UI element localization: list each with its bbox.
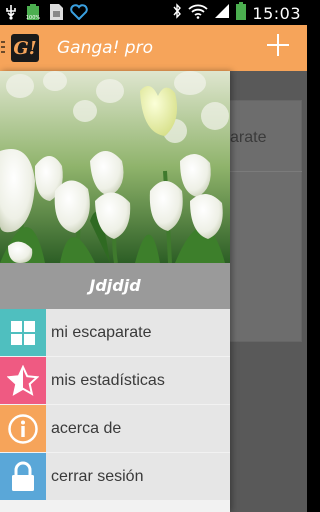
- menu-item-mis-estadisticas[interactable]: mis estadísticas: [0, 357, 230, 404]
- info-icon: [0, 405, 46, 452]
- status-left-icons: 100%: [4, 3, 88, 26]
- signal-icon: [214, 3, 230, 24]
- status-bar: 100% 15:03: [0, 0, 307, 25]
- app-logo[interactable]: G!: [11, 34, 39, 62]
- app-bar: G! Ganga! pro: [0, 25, 307, 71]
- wifi-icon: [188, 3, 209, 24]
- drawer-toggle-icon[interactable]: [1, 41, 5, 55]
- heart-icon: [70, 4, 88, 25]
- clock: 15:03: [252, 4, 301, 23]
- battery-icon: [236, 2, 247, 25]
- battery-percent-icon: 100%: [24, 3, 42, 26]
- username-label: Jdjdjd: [0, 263, 230, 309]
- menu-item-label: acerca de: [51, 419, 122, 437]
- menu-item-label: mis estadísticas: [51, 371, 165, 389]
- plus-icon[interactable]: [267, 34, 289, 56]
- star-half-icon: [0, 357, 46, 404]
- lock-icon: [0, 453, 46, 500]
- menu-item-label: cerrar sesión: [51, 467, 144, 485]
- usb-icon: [4, 4, 18, 25]
- navigation-drawer: Jdjdjd mi escaparate mis estadísticas ac…: [0, 71, 230, 512]
- background-divider: [218, 171, 302, 172]
- app-title: Ganga! pro: [57, 38, 153, 58]
- sim-icon: [48, 3, 64, 26]
- menu-item-label: mi escaparate: [51, 323, 152, 341]
- grid-icon: [0, 309, 46, 356]
- menu-item-acerca-de[interactable]: acerca de: [0, 405, 230, 452]
- menu-item-cerrar-sesion[interactable]: cerrar sesión: [0, 453, 230, 500]
- background-card-label: arate: [230, 129, 267, 146]
- svg-text:100%: 100%: [26, 15, 41, 21]
- menu-item-mi-escaparate[interactable]: mi escaparate: [0, 309, 230, 356]
- bluetooth-icon: [172, 3, 182, 24]
- status-right-icons: 15:03: [172, 2, 301, 25]
- drawer-menu: mi escaparate mis estadísticas acerca de…: [0, 309, 230, 501]
- cover-photo: [0, 71, 230, 263]
